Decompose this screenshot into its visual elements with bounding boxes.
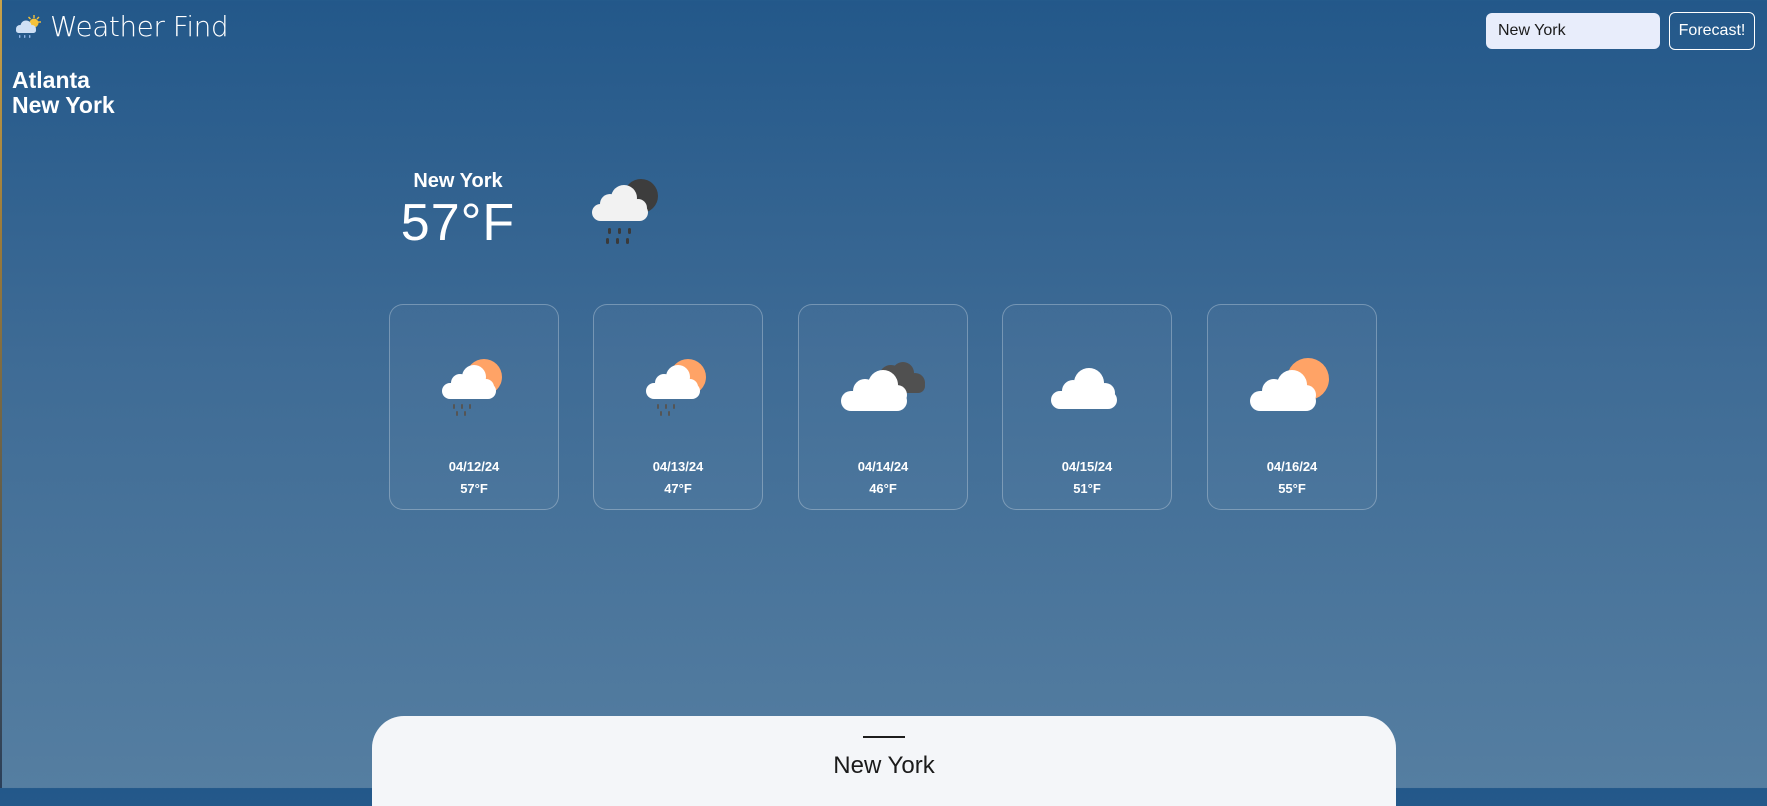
forecast-date: 04/12/24 [448,459,500,474]
city-search-input[interactable] [1486,13,1660,49]
cloud-icon [1051,368,1117,409]
cloud-sun-rain-icon [646,359,706,416]
cloud-sun-rain-icon [442,359,502,416]
forecast-date: 04/13/24 [652,459,704,474]
forecast-card: 04/12/24 57°F [389,304,559,510]
current-temperature: 57°F [400,194,516,252]
forecast-date: 04/14/24 [857,459,909,474]
forecast-temp: 57°F [460,481,488,496]
brand: Weather Find [12,10,229,43]
forecast-date: 04/15/24 [1061,459,1113,474]
forecast-card: 04/15/24 51°F [1002,304,1172,510]
history-item-new-york[interactable]: New York [12,93,115,118]
cloud-dark-cloud-icon [841,362,925,411]
app-header: Weather Find Forecast! [0,0,1767,62]
forecast-card: 04/13/24 47°F [593,304,763,510]
cloud-sun-icon [1250,358,1329,411]
cloud-rain-moon-icon [592,179,658,244]
forecast-button[interactable]: Forecast! [1669,12,1755,50]
forecast-date: 04/16/24 [1266,459,1318,474]
forecast-card: 04/16/24 55°F [1207,304,1377,510]
forecast-temp: 47°F [664,481,692,496]
search-history: Atlanta New York [12,68,115,118]
details-panel[interactable]: New York [372,716,1396,806]
history-item-atlanta[interactable]: Atlanta [12,68,115,93]
app-title: Weather Find [50,10,229,43]
current-weather: New York 57°F [388,170,528,253]
forecast-temp: 46°F [869,481,897,496]
forecast-temp: 55°F [1278,481,1306,496]
forecast-temp: 51°F [1073,481,1101,496]
drag-handle[interactable] [863,736,905,738]
sun-behind-cloud-rain-icon [16,14,41,38]
current-city: New York [413,170,503,192]
window-edge [0,0,2,788]
panel-title: New York [833,752,935,779]
forecast-card: 04/14/24 46°F [798,304,968,510]
